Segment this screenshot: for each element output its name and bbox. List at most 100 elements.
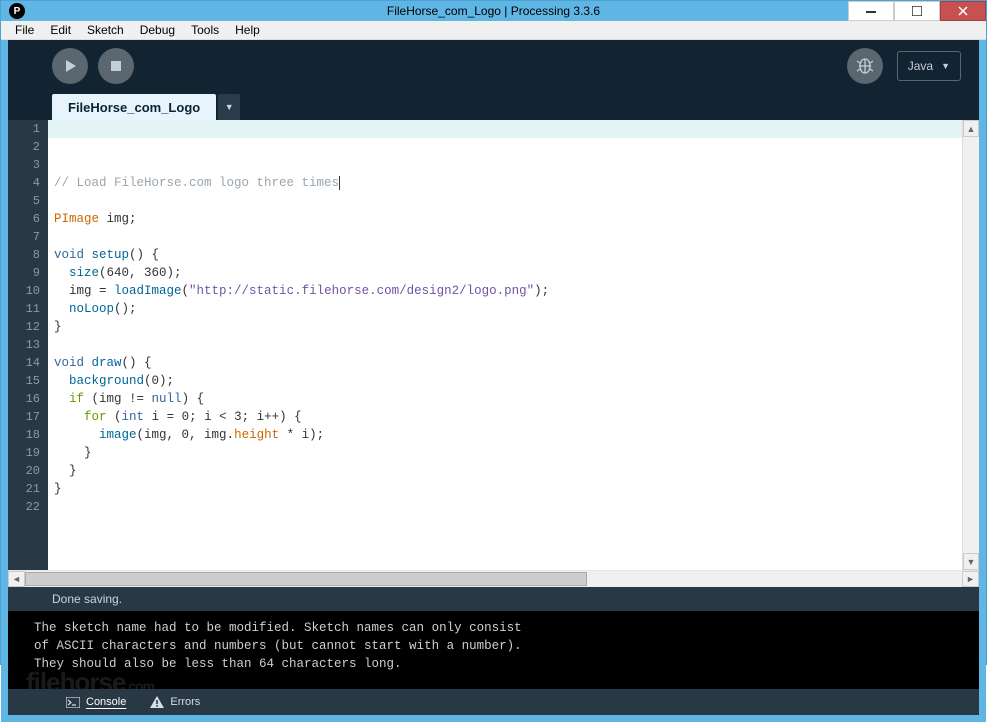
menu-debug[interactable]: Debug (132, 21, 183, 39)
horizontal-scrollbar[interactable]: ◄ ► (8, 570, 979, 587)
code-token: size (69, 266, 99, 280)
vertical-scrollbar[interactable]: ▲ ▼ (962, 120, 979, 570)
minimize-button[interactable] (848, 1, 894, 21)
code-line[interactable] (54, 228, 962, 246)
code-line[interactable]: size(640, 360); (54, 264, 962, 282)
errors-tab[interactable]: Errors (150, 696, 200, 708)
code-token: } (54, 464, 77, 478)
code-token: noLoop (69, 302, 114, 316)
code-token: loadImage (114, 284, 182, 298)
console-tab-label: Console (86, 696, 126, 708)
code-line[interactable]: } (54, 444, 962, 462)
maximize-button[interactable] (894, 1, 940, 21)
app-frame: Java ▼ FileHorse_com_Logo ▼ 123456789101… (1, 40, 986, 722)
line-gutter: 12345678910111213141516171819202122 (8, 120, 48, 570)
close-icon (958, 6, 968, 16)
status-text: Done saving. (52, 592, 122, 606)
menu-edit[interactable]: Edit (42, 21, 79, 39)
console-icon (66, 697, 80, 708)
scroll-right-icon[interactable]: ► (962, 571, 979, 587)
scroll-left-icon[interactable]: ◄ (8, 571, 25, 587)
code-line[interactable]: } (54, 462, 962, 480)
editor-viewport: 12345678910111213141516171819202122 // L… (8, 120, 979, 570)
menu-file[interactable]: File (7, 21, 42, 39)
code-token: (); (114, 302, 137, 316)
maximize-icon (912, 6, 922, 16)
code-line[interactable]: void draw() { (54, 354, 962, 372)
code-line[interactable] (54, 552, 962, 570)
line-number: 8 (8, 246, 40, 264)
scrollbar-track[interactable] (963, 137, 979, 553)
code-token: image (99, 428, 137, 442)
code-token: void (54, 356, 84, 370)
watermark-text: filehorse (26, 667, 125, 689)
line-number: 3 (8, 156, 40, 174)
line-number: 21 (8, 480, 40, 498)
current-line-highlight (48, 120, 962, 138)
console-line: of ASCII characters and numbers (but can… (34, 637, 979, 655)
line-number: 4 (8, 174, 40, 192)
code-token: height (234, 428, 279, 442)
tab-menu-button[interactable]: ▼ (218, 94, 240, 120)
scrollbar-thumb[interactable] (25, 572, 587, 586)
code-token: ( (107, 410, 122, 424)
scrollbar-track[interactable] (25, 571, 962, 587)
console-tab[interactable]: Console (66, 696, 126, 708)
code-area[interactable]: // Load FileHorse.com logo three times PI… (48, 120, 962, 570)
debug-button[interactable] (847, 48, 883, 84)
code-line[interactable]: } (54, 480, 962, 498)
code-line[interactable]: PImage img; (54, 210, 962, 228)
code-line[interactable] (54, 498, 962, 516)
titlebar[interactable]: P FileHorse_com_Logo | Processing 3.3.6 (1, 1, 986, 21)
code-line[interactable] (54, 336, 962, 354)
code-line[interactable]: } (54, 318, 962, 336)
menu-help[interactable]: Help (227, 21, 268, 39)
code-line[interactable] (54, 516, 962, 534)
close-button[interactable] (940, 1, 986, 21)
code-line[interactable]: image(img, 0, img.height * i); (54, 426, 962, 444)
menu-tools[interactable]: Tools (183, 21, 227, 39)
tab-row: FileHorse_com_Logo ▼ (8, 92, 979, 120)
code-token: i = 0; i < 3; i++) { (144, 410, 302, 424)
code-token: // Load FileHorse.com logo three times (54, 176, 339, 190)
editor: 12345678910111213141516171819202122 // L… (8, 120, 979, 587)
code-line[interactable]: for (int i = 0; i < 3; i++) { (54, 408, 962, 426)
console-panel[interactable]: The sketch name had to be modified. Sket… (8, 611, 979, 689)
menu-sketch[interactable]: Sketch (79, 21, 132, 39)
code-line[interactable] (54, 534, 962, 552)
code-line[interactable]: noLoop(); (54, 300, 962, 318)
code-token (54, 428, 99, 442)
watermark-sub: .com (125, 678, 154, 689)
code-token: img; (99, 212, 137, 226)
code-line[interactable]: // Load FileHorse.com logo three times (54, 174, 962, 192)
code-line[interactable]: if (img != null) { (54, 390, 962, 408)
tab-active[interactable]: FileHorse_com_Logo (52, 94, 216, 120)
code-token: background (69, 374, 144, 388)
console-line: They should also be less than 64 charact… (34, 655, 979, 673)
line-number: 9 (8, 264, 40, 282)
line-number: 13 (8, 336, 40, 354)
code-token: setup (92, 248, 130, 262)
scroll-up-icon[interactable]: ▲ (963, 120, 979, 137)
scroll-down-icon[interactable]: ▼ (963, 553, 979, 570)
run-button[interactable] (52, 48, 88, 84)
code-line[interactable] (54, 192, 962, 210)
code-token: } (54, 482, 62, 496)
code-token: (img, 0, img. (137, 428, 235, 442)
text-caret (339, 176, 340, 190)
code-line[interactable]: void setup() { (54, 246, 962, 264)
code-line[interactable]: img = loadImage("http://static.filehorse… (54, 282, 962, 300)
status-bar: Done saving. (8, 587, 979, 611)
line-number: 20 (8, 462, 40, 480)
window-controls (848, 1, 986, 21)
line-number: 15 (8, 372, 40, 390)
stop-button[interactable] (98, 48, 134, 84)
line-number: 10 (8, 282, 40, 300)
code-token: "http://static.filehorse.com/design2/log… (189, 284, 534, 298)
mode-selector[interactable]: Java ▼ (897, 51, 961, 81)
code-token: ( (182, 284, 190, 298)
code-line[interactable]: background(0); (54, 372, 962, 390)
code-token: for (84, 410, 107, 424)
line-number: 2 (8, 138, 40, 156)
line-number: 11 (8, 300, 40, 318)
